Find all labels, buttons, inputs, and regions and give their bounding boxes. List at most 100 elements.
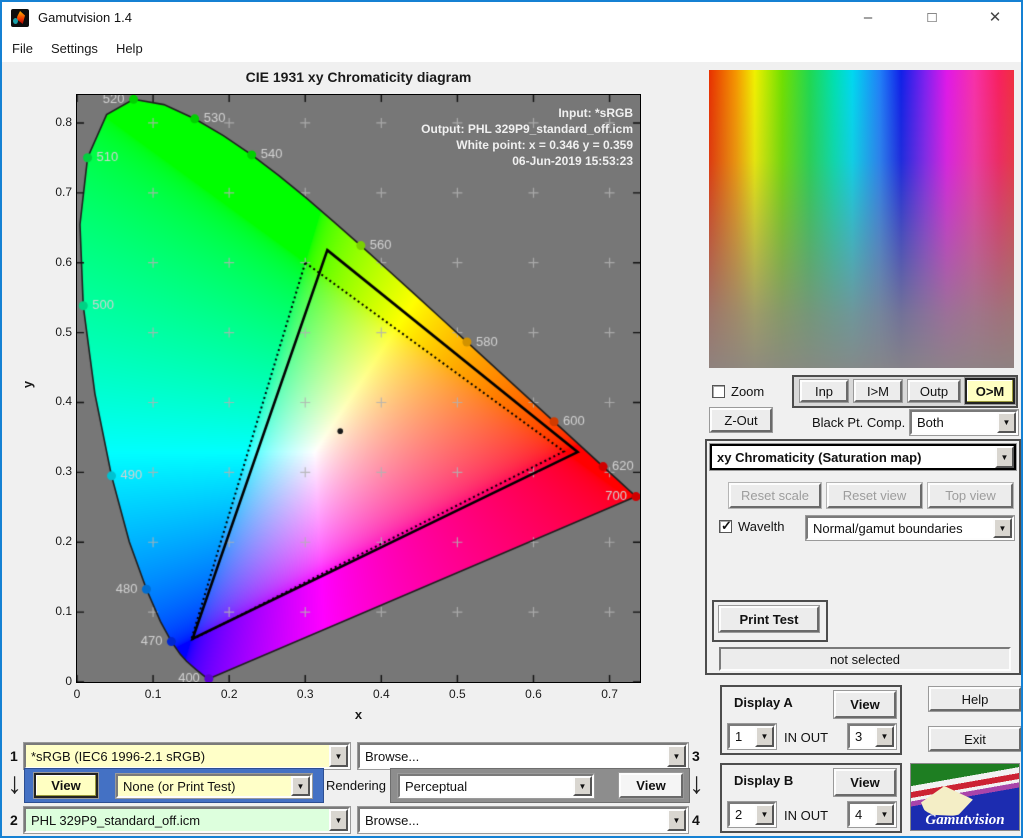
display-a-in-select[interactable]: 1 ▼	[727, 723, 777, 750]
x-tick-label: 0.1	[144, 687, 162, 701]
wavelth-checkbox-label: Wavelth	[738, 519, 785, 534]
plot-annotation-line: Input: *sRGB	[558, 106, 633, 120]
slot-4-number: 4	[692, 812, 700, 828]
menu-item-help[interactable]: Help	[116, 41, 143, 56]
z-out-button[interactable]: Z-Out	[709, 407, 773, 433]
view-right-button[interactable]: View	[618, 772, 684, 799]
x-tick-label: 0.3	[296, 687, 314, 701]
display-a-in-value: 1	[735, 729, 743, 744]
status-bar: not selected	[719, 647, 1011, 671]
maximize-button[interactable]: □	[915, 6, 949, 30]
display-a-view-button[interactable]: View	[833, 690, 897, 719]
display-a-label: Display A	[734, 695, 793, 710]
inp-button[interactable]: Inp	[799, 379, 849, 403]
proof-select[interactable]: None (or Print Test) ▼	[115, 773, 313, 799]
dropdown-arrow-icon[interactable]: ▼	[755, 804, 774, 825]
menu-item-file[interactable]: File	[12, 41, 33, 56]
x-tick-label: 0.4	[372, 687, 390, 701]
dropdown-arrow-icon[interactable]: ▼	[573, 776, 592, 796]
menu-item-settings[interactable]: Settings	[51, 41, 98, 56]
x-axis-label: x	[354, 707, 363, 722]
app-window: Gamutvision 1.4 – □ ✕ File Settings Help…	[0, 0, 1023, 838]
proof-panel: View None (or Print Test) ▼	[24, 768, 324, 803]
proof-value: None (or Print Test)	[123, 778, 236, 794]
slot-3-number: 3	[692, 748, 700, 764]
down-arrow-icon: ↓	[7, 767, 22, 800]
menu-bar: File Settings Help	[2, 34, 1021, 62]
dropdown-arrow-icon[interactable]: ▼	[997, 412, 1016, 433]
y-tick-label: 0.3	[55, 464, 72, 479]
rendering-panel: Perceptual ▼ View	[390, 768, 690, 803]
plot-annotation-line: White point: x = 0.346 y = 0.359	[456, 138, 633, 152]
reset-view-button[interactable]: Reset view	[826, 482, 923, 509]
display-a-out-value: 3	[855, 729, 863, 744]
o-to-m-button-active[interactable]: O>M	[964, 377, 1016, 405]
display-b-label: Display B	[734, 773, 794, 788]
y-tick-label: 0.5	[55, 324, 72, 339]
dropdown-arrow-icon[interactable]: ▼	[329, 809, 348, 831]
x-tick-label: 0.6	[525, 687, 542, 701]
dropdown-arrow-icon[interactable]: ▼	[995, 446, 1014, 468]
checkbox-box[interactable]	[712, 385, 725, 398]
plot-annotations: Input: *sRGB Output: PHL 329P9_standard_o…	[302, 105, 633, 169]
display-a-group: Display A View 1 ▼ IN OUT 3 ▼	[720, 685, 902, 755]
display-b-out-value: 4	[855, 807, 863, 822]
display-b-in-value: 2	[735, 807, 743, 822]
y-tick-label: 0	[65, 674, 72, 688]
right-panel-frame: xy Chromaticity (Saturation map) ▼ Reset…	[705, 439, 1021, 675]
dropdown-arrow-icon[interactable]: ▼	[993, 518, 1012, 538]
dropdown-arrow-icon[interactable]: ▼	[667, 809, 686, 831]
display-b-in-select[interactable]: 2 ▼	[727, 801, 777, 828]
title-bar: Gamutvision 1.4 – □ ✕	[2, 2, 1021, 34]
gamutvision-logo: Gamutvision	[910, 763, 1020, 831]
browse-top-value: Browse...	[365, 748, 420, 764]
browse-top-select[interactable]: Browse... ▼	[357, 742, 689, 770]
dropdown-arrow-icon[interactable]: ▼	[875, 804, 894, 825]
map-type-value: xy Chromaticity (Saturation map)	[717, 449, 922, 465]
zoom-checkbox[interactable]: Zoom	[712, 384, 764, 399]
black-pt-comp-select[interactable]: Both ▼	[909, 409, 1019, 436]
display-b-out-select[interactable]: 4 ▼	[847, 801, 897, 828]
browse-bottom-select[interactable]: Browse... ▼	[357, 806, 689, 834]
plot-annotation-line: Output: PHL 329P9_standard_off.icm	[421, 122, 633, 136]
i-to-m-button[interactable]: I>M	[853, 379, 903, 403]
dropdown-arrow-icon[interactable]: ▼	[755, 726, 774, 747]
slot-1-number: 1	[10, 748, 18, 764]
dropdown-arrow-icon[interactable]: ▼	[291, 776, 310, 796]
dropdown-arrow-icon[interactable]: ▼	[329, 745, 348, 767]
y-tick-label: 0.1	[55, 604, 72, 619]
input-profile-select[interactable]: *sRGB (IEC6 1996-2.1 sRGB) ▼	[23, 742, 351, 770]
input-profile-value: *sRGB (IEC6 1996-2.1 sRGB)	[31, 748, 206, 764]
map-type-select[interactable]: xy Chromaticity (Saturation map) ▼	[709, 443, 1017, 471]
y-tick-label: 0.8	[55, 114, 72, 129]
app-icon	[11, 9, 29, 27]
window-title: Gamutvision 1.4	[38, 10, 132, 25]
view-left-button[interactable]: View	[33, 772, 99, 799]
dropdown-arrow-icon[interactable]: ▼	[667, 745, 686, 767]
top-view-button[interactable]: Top view	[927, 482, 1014, 509]
outp-button[interactable]: Outp	[907, 379, 961, 403]
display-b-view-button[interactable]: View	[833, 768, 897, 797]
checkbox-box[interactable]: ✓	[719, 518, 732, 533]
x-tick-label: 0.7	[601, 687, 618, 701]
x-tick-label: 0.2	[220, 687, 238, 701]
black-pt-comp-label: Black Pt. Comp.	[812, 415, 906, 430]
y-tick-label: 0.2	[55, 534, 72, 549]
rendering-intent-select[interactable]: Perceptual ▼	[397, 773, 595, 799]
reset-scale-button[interactable]: Reset scale	[728, 482, 822, 509]
display-a-out-select[interactable]: 3 ▼	[847, 723, 897, 750]
minimize-button[interactable]: –	[851, 6, 885, 30]
output-profile-value: PHL 329P9_standard_off.icm	[31, 812, 201, 828]
chromaticity-diagram[interactable]	[76, 94, 641, 683]
wavelth-checkbox[interactable]: ✓ Wavelth	[719, 518, 785, 534]
output-profile-select[interactable]: PHL 329P9_standard_off.icm ▼	[23, 806, 351, 834]
help-button[interactable]: Help	[928, 686, 1021, 712]
print-test-button[interactable]: Print Test	[718, 605, 820, 633]
exit-button[interactable]: Exit	[928, 726, 1021, 752]
x-tick-label: 0.5	[449, 687, 466, 701]
boundaries-select[interactable]: Normal/gamut boundaries ▼	[805, 515, 1015, 541]
dropdown-arrow-icon[interactable]: ▼	[875, 726, 894, 747]
display-b-inout-label: IN OUT	[784, 808, 829, 823]
slot-2-number: 2	[10, 812, 18, 828]
close-button[interactable]: ✕	[978, 6, 1012, 30]
